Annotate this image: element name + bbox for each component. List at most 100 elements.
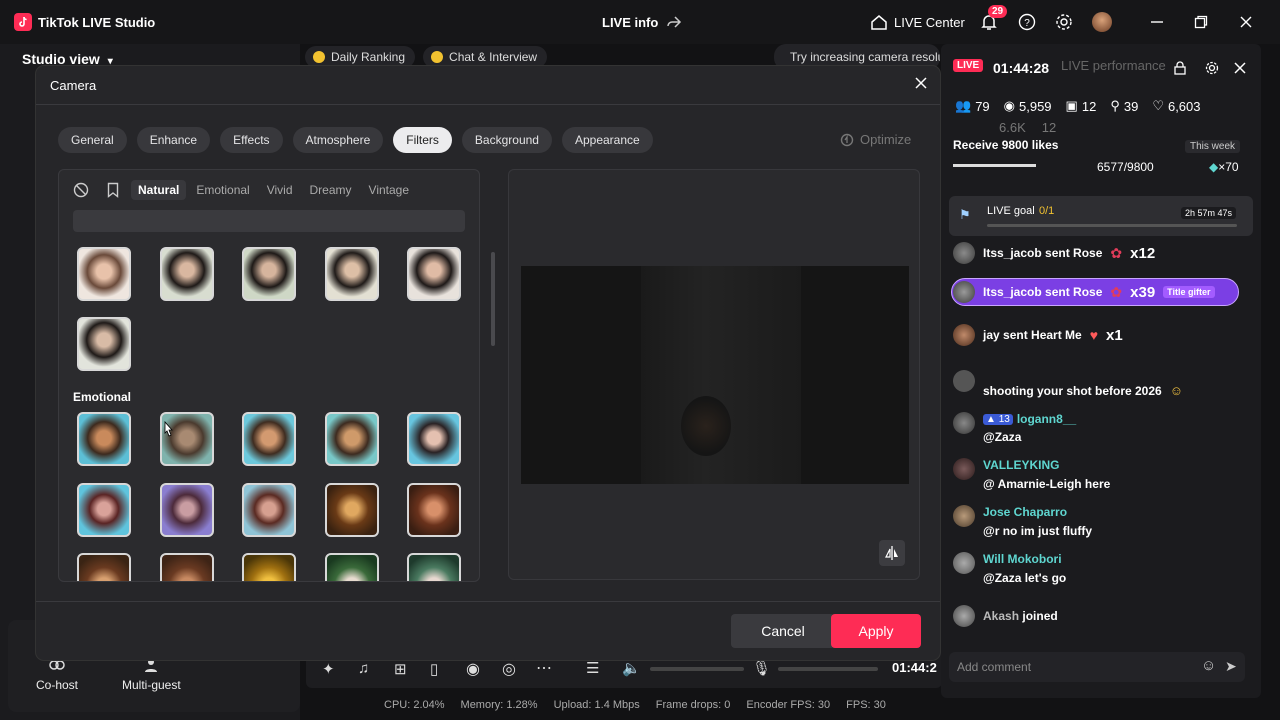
music-icon[interactable]: ♫ (358, 660, 369, 677)
filter-thumbnail[interactable] (325, 247, 379, 301)
avatar[interactable] (953, 324, 975, 346)
filter-thumbnail[interactable] (77, 553, 131, 581)
filter-thumbnail[interactable] (407, 483, 461, 537)
chat-username[interactable]: logann8__ (1017, 412, 1076, 426)
panel-settings-icon[interactable] (1205, 61, 1219, 75)
filter-thumbnail[interactable] (242, 412, 296, 466)
filter-thumbnail[interactable] (242, 247, 296, 301)
frame-drops-status: Frame drops: 0 (655, 699, 731, 711)
filter-thumbnail[interactable] (325, 483, 379, 537)
avatar[interactable] (953, 458, 975, 480)
filter-thumbnail[interactable] (325, 553, 379, 581)
views-stat: ◉ 5,959 (1004, 98, 1052, 114)
mixer-icon[interactable]: ☰ (586, 659, 599, 677)
filter-thumbnail[interactable] (77, 317, 131, 371)
bookmark-icon[interactable] (107, 182, 119, 198)
filter-cat-vintage[interactable]: Vintage (362, 180, 416, 200)
tab-effects[interactable]: Effects (220, 127, 283, 153)
chat-username[interactable]: Itss_jacob (983, 285, 1042, 299)
chat-username[interactable]: Akash (983, 609, 1019, 623)
apply-button[interactable]: Apply (831, 614, 921, 648)
target-icon[interactable]: ◎ (502, 659, 516, 679)
people-icon (145, 659, 158, 672)
stream-time: 01:44:2 (892, 660, 937, 675)
filter-thumbnail[interactable] (407, 247, 461, 301)
filter-thumbnail[interactable] (77, 247, 131, 301)
comment-input[interactable]: Add comment ☺ ➤ (949, 652, 1245, 682)
filter-thumbnail[interactable] (407, 553, 461, 581)
window-close-icon[interactable] (1235, 11, 1257, 33)
live-goal-card[interactable]: ⚑ LIVE goal 0/1 2h 57m 47s (949, 196, 1253, 236)
cohost-button[interactable]: Co-host (36, 658, 78, 692)
speaker-icon[interactable]: 🔈 (622, 659, 641, 677)
tab-appearance[interactable]: Appearance (561, 127, 653, 153)
filter-cat-emotional[interactable]: Emotional (189, 180, 256, 200)
filter-thumbnail[interactable] (242, 483, 296, 537)
filter-thumbnail[interactable] (77, 412, 131, 466)
daily-ranking-pill[interactable]: Daily Ranking (305, 46, 416, 68)
multi-guest-button[interactable]: Multi-guest (122, 658, 181, 692)
tab-filters[interactable]: Filters (393, 127, 452, 153)
tab-enhance[interactable]: Enhance (136, 127, 211, 153)
live-center-button[interactable]: LIVE Center (870, 13, 965, 31)
filter-thumbnail[interactable] (242, 553, 296, 581)
more-icon[interactable]: ⋯ (536, 658, 552, 678)
filter-thumbnail[interactable] (407, 412, 461, 466)
magic-icon[interactable]: ✦ (322, 660, 335, 678)
no-filter-icon[interactable] (73, 182, 89, 198)
chat-username[interactable]: VALLEYKING (983, 458, 1110, 472)
panel-close-icon[interactable] (1233, 61, 1247, 75)
help-icon[interactable]: ? (1016, 11, 1038, 33)
chat-username[interactable]: Will Mokobori (983, 552, 1066, 566)
lock-icon[interactable] (1173, 61, 1187, 75)
people-icon: 👥 (955, 98, 972, 113)
studio-view-label: Studio view (22, 51, 100, 67)
avatar[interactable] (953, 281, 975, 303)
filter-thumbnail[interactable] (160, 553, 214, 581)
avatar[interactable] (953, 412, 975, 434)
avatar[interactable] (953, 605, 975, 627)
filter-cat-natural[interactable]: Natural (131, 180, 187, 200)
live-info-button[interactable]: LIVE info (602, 14, 682, 30)
restore-icon[interactable] (1190, 11, 1212, 33)
chat-username[interactable]: jay (983, 328, 1000, 342)
filter-thumbnail[interactable] (325, 412, 379, 466)
chat-message: Itss_jacob sent Rose ✿ x12 (953, 242, 1155, 264)
notifications-button[interactable]: 29 (978, 5, 1008, 33)
filter-scrollbar[interactable] (491, 252, 495, 346)
add-scene-icon[interactable]: ⊞ (394, 660, 407, 678)
tab-background[interactable]: Background (461, 127, 552, 153)
mic-volume-slider[interactable] (778, 667, 878, 671)
chat-username[interactable]: Itss_jacob (983, 246, 1042, 260)
avatar[interactable] (953, 370, 975, 392)
app-title: TikTok LIVE Studio (38, 14, 156, 30)
avatar[interactable] (953, 552, 975, 574)
studio-view-dropdown[interactable]: Studio view ▾ (22, 51, 113, 67)
mirror-button[interactable] (879, 540, 905, 566)
filter-cat-dreamy[interactable]: Dreamy (303, 180, 359, 200)
minimize-icon[interactable] (1146, 11, 1168, 33)
speaker-volume-slider[interactable] (650, 667, 744, 671)
dialog-close-button[interactable] (914, 76, 932, 94)
chat-interview-pill[interactable]: Chat & Interview (423, 46, 548, 68)
user-avatar[interactable] (1092, 12, 1112, 32)
tab-general[interactable]: General (58, 127, 127, 153)
filter-cat-vivid[interactable]: Vivid (260, 180, 300, 200)
filter-thumbnail[interactable] (77, 483, 131, 537)
record-icon[interactable]: ◉ (466, 659, 480, 679)
settings-gear-icon[interactable] (1053, 11, 1075, 33)
chat-username[interactable]: Jose Chaparro (983, 505, 1092, 519)
likes-reward: ◆×70 (1209, 160, 1239, 174)
avatar[interactable] (953, 242, 975, 264)
cancel-button[interactable]: Cancel (731, 614, 835, 648)
filter-thumbnail[interactable] (160, 483, 214, 537)
optimize-button[interactable]: Optimize (840, 132, 911, 147)
filter-thumbnail[interactable] (160, 247, 214, 301)
tab-atmosphere[interactable]: Atmosphere (292, 127, 384, 153)
tiktok-logo-icon (14, 13, 32, 31)
microphone-icon[interactable]: 🎙 (752, 659, 771, 677)
phone-icon[interactable]: ▯ (430, 660, 438, 678)
send-icon[interactable]: ➤ (1225, 658, 1237, 675)
avatar[interactable] (953, 505, 975, 527)
emoji-icon[interactable]: ☺ (1201, 657, 1216, 674)
